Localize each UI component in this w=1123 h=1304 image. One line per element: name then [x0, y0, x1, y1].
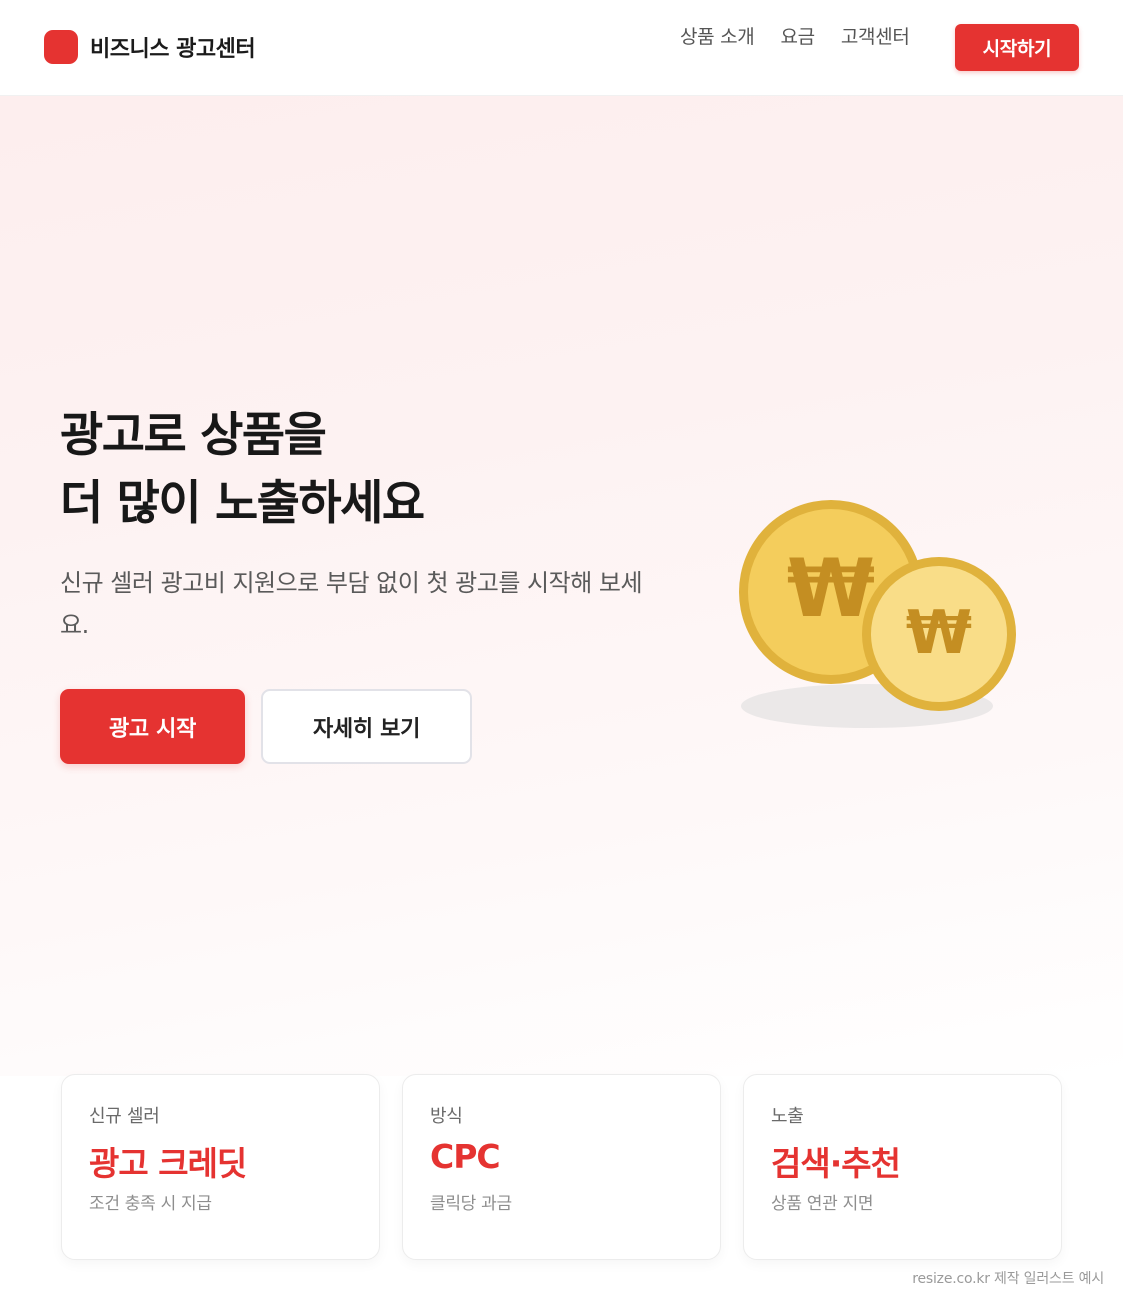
card-note: 상품 연관 지면 [771, 1194, 874, 1214]
svg-text:₩: ₩ [787, 542, 875, 635]
coins-illustration: ₩ ₩ [739, 500, 1016, 728]
hero-subtitle: 신규 셀러 광고비 지원으로 부담 없이 첫 광고를 시작해 보세요. [60, 569, 643, 639]
card-label: 방식 [430, 1106, 463, 1127]
card-value: 광고 크레딧 [89, 1144, 247, 1183]
learn-more-button[interactable]: 자세히 보기 [261, 689, 472, 764]
brand-name: 비즈니스 광고센터 [90, 37, 256, 62]
brand[interactable]: 비즈니스 광고센터 [44, 30, 256, 64]
card-label: 노출 [771, 1106, 804, 1127]
nav-item-pricing[interactable]: 요금 [780, 22, 815, 49]
coin-small-icon: ₩ [862, 557, 1016, 711]
nav-item-products[interactable]: 상품 소개 [680, 22, 755, 49]
svg-text:₩: ₩ [906, 598, 972, 668]
main-nav: 상품 소개 요금 고객센터 [680, 22, 936, 49]
hero-title-line-2: 더 많이 노출하세요 [60, 476, 425, 531]
start-ad-button[interactable]: 광고 시작 [60, 689, 245, 764]
card-value: 검색·추천 [771, 1144, 901, 1183]
start-button[interactable]: 시작하기 [955, 24, 1079, 71]
hero-section: 광고로 상품을 더 많이 노출하세요 신규 셀러 광고비 지원으로 부담 없이 … [0, 96, 1123, 1076]
card-note: 조건 충족 시 지급 [89, 1194, 212, 1214]
stat-card-credit: 신규 셀러 광고 크레딧 조건 충족 시 지급 [61, 1074, 380, 1260]
card-value: CPC [430, 1137, 501, 1176]
nav-item-support[interactable]: 고객센터 [841, 22, 910, 49]
stat-card-method: 방식 CPC 클릭당 과금 [402, 1074, 721, 1260]
illustration-credit: resize.co.kr 제작 일러스트 예시 [912, 1271, 1104, 1287]
card-label: 신규 셀러 [89, 1106, 160, 1127]
stat-card-exposure: 노출 검색·추천 상품 연관 지면 [743, 1074, 1062, 1260]
hero-title-line-1: 광고로 상품을 [60, 408, 327, 463]
brand-logo [44, 30, 78, 64]
hero-title: 광고로 상품을 더 많이 노출하세요 [60, 402, 425, 538]
header: 비즈니스 광고센터 상품 소개 요금 고객센터 시작하기 [0, 0, 1123, 96]
card-note: 클릭당 과금 [430, 1194, 512, 1214]
